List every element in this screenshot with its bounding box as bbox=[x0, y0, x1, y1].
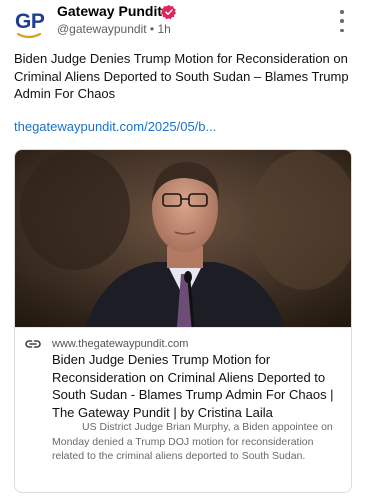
logo-swoosh-icon bbox=[17, 33, 41, 39]
link-preview-card[interactable]: www.thegatewaypundit.com Biden Judge Den… bbox=[14, 149, 352, 493]
card-domain: www.thegatewaypundit.com bbox=[52, 338, 189, 350]
link-chain-icon bbox=[25, 340, 41, 348]
display-name[interactable]: Gateway Pundit bbox=[57, 3, 162, 19]
post-link[interactable]: thegatewaypundit.com/2025/05/b... bbox=[14, 119, 216, 134]
post-time[interactable]: 1h bbox=[157, 22, 170, 36]
post: GP Gateway Pundit @gatewaypundit • 1h Bi… bbox=[0, 0, 365, 500]
post-meta: @gatewaypundit • 1h bbox=[57, 22, 171, 36]
verified-badge-icon bbox=[161, 5, 176, 20]
avatar[interactable]: GP bbox=[12, 6, 50, 44]
handle[interactable]: @gatewaypundit bbox=[57, 22, 147, 36]
card-title[interactable]: Biden Judge Denies Trump Motion for Reco… bbox=[52, 351, 348, 421]
card-description: US District Judge Brian Murphy, a Biden … bbox=[52, 421, 333, 462]
card-image bbox=[15, 150, 351, 327]
post-text: Biden Judge Denies Trump Motion for Reco… bbox=[14, 51, 349, 101]
card-body: www.thegatewaypundit.com Biden Judge Den… bbox=[15, 327, 351, 492]
meta-separator: • bbox=[149, 22, 155, 36]
avatar-logo-text: GP bbox=[15, 10, 45, 33]
more-vertical-icon[interactable] bbox=[334, 10, 350, 32]
